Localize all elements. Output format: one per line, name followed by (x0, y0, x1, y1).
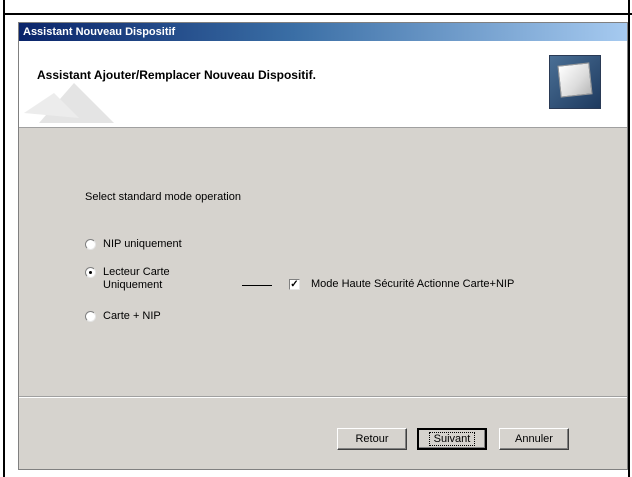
wizard-header: Assistant Ajouter/Remplacer Nouveau Disp… (19, 41, 627, 128)
next-button[interactable]: Suivant (417, 428, 487, 450)
back-button-label: Retour (355, 433, 389, 445)
wizard-dialog: Assistant Nouveau Dispositif Assistant A… (18, 22, 628, 470)
device-icon (549, 55, 601, 109)
outer-frame-top (3, 13, 632, 15)
window-title: Assistant Nouveau Dispositif (23, 26, 176, 38)
radio-button[interactable] (85, 239, 96, 250)
radio-label: NIP uniquement (103, 238, 182, 250)
radio-button[interactable] (85, 311, 96, 322)
next-button-label: Suivant (428, 432, 476, 446)
high-security-checkbox[interactable]: ✓ (289, 279, 300, 290)
outer-frame-right (628, 0, 630, 477)
button-separator (19, 396, 627, 398)
outer-frame-left (3, 0, 5, 477)
radio-button-selected[interactable] (85, 267, 96, 278)
radio-label: Carte + NIP (103, 310, 161, 322)
high-security-label: Mode Haute Sécurité Actionne Carte+NIP (311, 278, 515, 290)
wizard-header-title: Assistant Ajouter/Remplacer Nouveau Disp… (37, 68, 316, 82)
radio-label: Lecteur Carte Uniquement (103, 266, 170, 291)
back-button[interactable]: Retour (337, 428, 407, 450)
window-title-bar[interactable]: Assistant Nouveau Dispositif (19, 23, 627, 41)
cancel-button[interactable]: Annuler (499, 428, 569, 450)
mode-prompt-label: Select standard mode operation (85, 191, 241, 203)
connector-line (242, 285, 272, 286)
cancel-button-label: Annuler (515, 433, 553, 445)
